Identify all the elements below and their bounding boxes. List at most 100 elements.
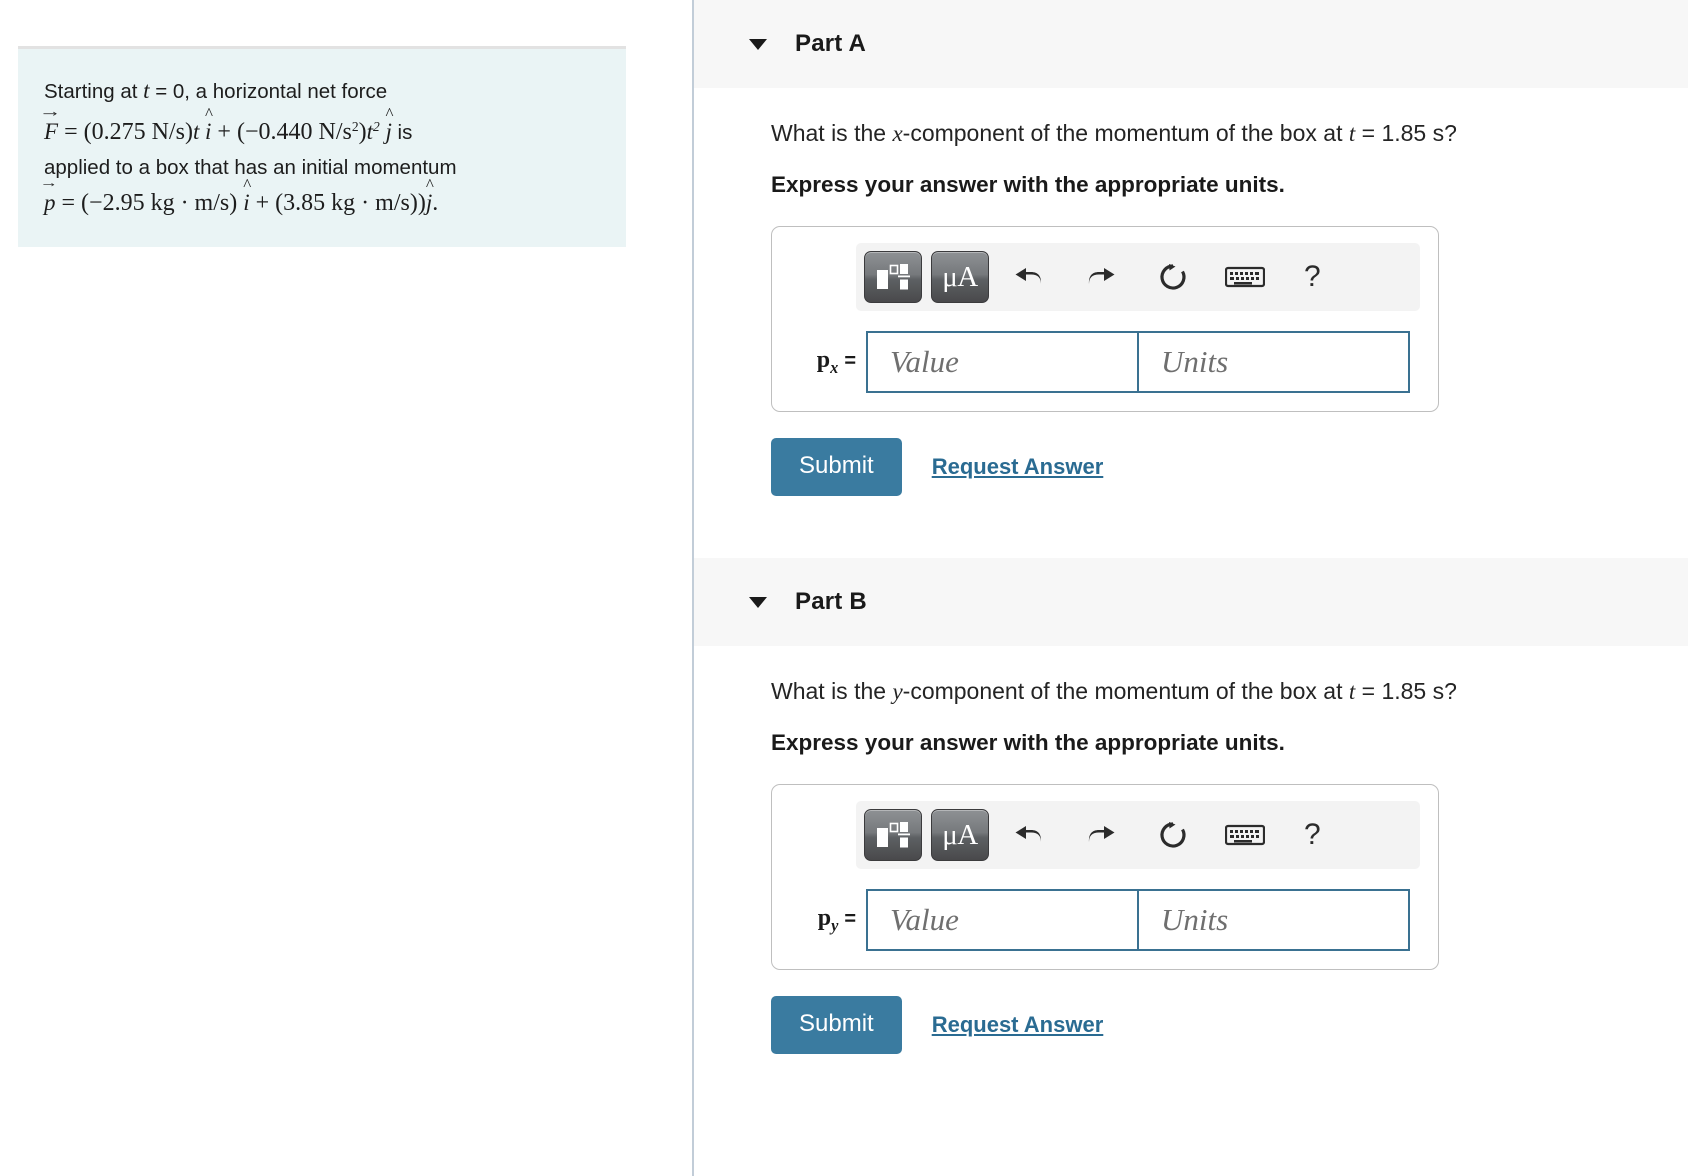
math-toolbar-a: μA ? xyxy=(856,243,1420,311)
reset-glyph xyxy=(1160,822,1186,848)
submit-button-b[interactable]: Submit xyxy=(771,996,902,1054)
greek-units-icon[interactable]: μA xyxy=(931,251,989,303)
answer-field-row-a: px = Value Units xyxy=(772,331,1438,393)
part-header-a[interactable]: Part A xyxy=(694,0,1688,88)
units-placeholder: Units xyxy=(1161,344,1229,379)
undo-glyph xyxy=(1015,268,1042,284)
statement-line-1: Starting at t = 0, a horizontal net forc… xyxy=(44,73,600,109)
part-body-b: What is the y-component of the momentum … xyxy=(694,678,1688,1054)
request-answer-link-b[interactable]: Request Answer xyxy=(932,1012,1104,1038)
question-post: = 1.85 s? xyxy=(1355,678,1457,704)
caret-down-icon[interactable] xyxy=(749,596,767,608)
math-template-icon[interactable] xyxy=(864,809,922,861)
momentum-symbol: p xyxy=(44,189,56,215)
answer-widget-b: μA ? py = Value Units xyxy=(771,784,1439,970)
undo-glyph xyxy=(1015,826,1042,842)
question-mid: -component of the momentum of the box at xyxy=(902,120,1349,146)
part-section-b: Part B What is the y-component of the mo… xyxy=(694,558,1688,1054)
keyboard-glyph xyxy=(1225,266,1265,288)
field-label-equals: = xyxy=(844,907,856,930)
units-placeholder: Units xyxy=(1161,902,1229,937)
answer-widget-a: μA ? px = Value Units xyxy=(771,226,1439,412)
part-title-b: Part B xyxy=(795,588,867,615)
help-icon[interactable]: ? xyxy=(1304,818,1321,852)
field-label-equals: = xyxy=(844,349,856,372)
keyboard-icon[interactable] xyxy=(1214,809,1276,861)
question-text-b: What is the y-component of the momentum … xyxy=(771,678,1688,705)
keyboard-glyph xyxy=(1225,824,1265,846)
answer-pane: Part A What is the x-component of the mo… xyxy=(694,0,1688,1176)
math-template-glyph xyxy=(877,264,910,290)
field-label-base: p xyxy=(817,904,832,931)
caret-down-icon[interactable] xyxy=(749,38,767,50)
undo-icon[interactable] xyxy=(998,251,1060,303)
submit-button-a[interactable]: Submit xyxy=(771,438,902,496)
page-root: Starting at t = 0, a horizontal net forc… xyxy=(0,0,1688,1176)
keyboard-icon[interactable] xyxy=(1214,251,1276,303)
question-component-var: y xyxy=(892,679,903,704)
greek-units-icon[interactable]: μA xyxy=(931,809,989,861)
problem-statement-box: Starting at t = 0, a horizontal net forc… xyxy=(18,46,626,247)
undo-icon[interactable] xyxy=(998,809,1060,861)
force-symbol: F xyxy=(44,118,59,144)
redo-icon[interactable] xyxy=(1070,251,1132,303)
mu-angstrom-label: μA xyxy=(942,818,978,851)
momentum-x-value: −2.95 kg · m/s xyxy=(89,189,230,216)
problem-pane: Starting at t = 0, a horizontal net forc… xyxy=(0,0,694,1176)
help-icon[interactable]: ? xyxy=(1304,260,1321,294)
question-text-a: What is the x-component of the momentum … xyxy=(771,120,1688,147)
reset-icon[interactable] xyxy=(1142,251,1204,303)
redo-glyph xyxy=(1088,268,1115,284)
field-label-px: px = xyxy=(794,347,856,378)
unit-vector-i: ^ i xyxy=(205,103,214,144)
vector-F: F xyxy=(43,111,59,150)
redo-icon[interactable] xyxy=(1070,809,1132,861)
express-instruction-a: Express your answer with the appropriate… xyxy=(771,172,1285,197)
reset-icon[interactable] xyxy=(1142,809,1204,861)
force-coefficient-x: 0.275 N/s xyxy=(91,118,185,145)
vector-p: p xyxy=(43,182,56,221)
express-instruction-b: Express your answer with the appropriate… xyxy=(771,730,1285,755)
question-component-var: x xyxy=(892,121,903,146)
field-label-base: p xyxy=(816,346,831,373)
statement-text-post: = 0, a horizontal net force xyxy=(149,80,388,103)
unit-vector-i: ^ i xyxy=(243,174,252,215)
statement-force-tail: is xyxy=(397,120,413,144)
hat-accent-icon: ^ xyxy=(205,103,214,123)
reset-glyph xyxy=(1160,264,1186,290)
part-section-a: Part A What is the x-component of the mo… xyxy=(694,0,1688,496)
question-mid: -component of the momentum of the box at xyxy=(902,678,1349,704)
statement-line-3: applied to a box that has an initial mom… xyxy=(44,155,457,179)
hat-accent-icon: ^ xyxy=(425,174,434,194)
value-input-a[interactable]: Value xyxy=(866,331,1138,393)
hat-accent-icon: ^ xyxy=(385,103,394,123)
field-label-py: py = xyxy=(794,905,856,936)
redo-glyph xyxy=(1088,826,1115,842)
field-label-subscript: x xyxy=(830,357,839,377)
statement-line-2-force-equation: F = (0.275 N/s)t ^ i + (−0.440 N/s2)t2 ^ j… xyxy=(43,103,600,150)
mu-angstrom-label: μA xyxy=(942,260,978,293)
part-header-b[interactable]: Part B xyxy=(694,558,1688,646)
math-toolbar-b: μA ? xyxy=(856,801,1420,869)
vector-arrow-icon xyxy=(43,111,57,116)
hat-accent-icon: ^ xyxy=(243,174,252,194)
momentum-y-value: 3.85 kg · m/s xyxy=(283,189,410,216)
question-pre: What is the xyxy=(771,120,893,146)
force-coefficient-y: −0.440 N/s xyxy=(244,118,352,145)
value-placeholder: Value xyxy=(890,902,959,937)
statement-line-4-momentum-equation: p = (−2.95 kg · m/s) ^ i + (3.85 kg · m/s… xyxy=(43,174,600,221)
field-label-subscript: y xyxy=(831,915,839,935)
actions-row-b: Submit Request Answer xyxy=(771,996,1688,1054)
request-answer-link-a[interactable]: Request Answer xyxy=(932,454,1104,480)
units-input-b[interactable]: Units xyxy=(1138,889,1410,951)
units-input-a[interactable]: Units xyxy=(1138,331,1410,393)
value-input-b[interactable]: Value xyxy=(866,889,1138,951)
question-post: = 1.85 s? xyxy=(1355,120,1457,146)
unit-vector-j: ^ j xyxy=(425,174,434,215)
answer-field-row-b: py = Value Units xyxy=(772,889,1438,951)
part-title-a: Part A xyxy=(795,30,866,57)
math-template-icon[interactable] xyxy=(864,251,922,303)
value-placeholder: Value xyxy=(890,344,959,379)
part-body-a: What is the x-component of the momentum … xyxy=(694,120,1688,496)
section-divider-gap xyxy=(694,496,1688,558)
